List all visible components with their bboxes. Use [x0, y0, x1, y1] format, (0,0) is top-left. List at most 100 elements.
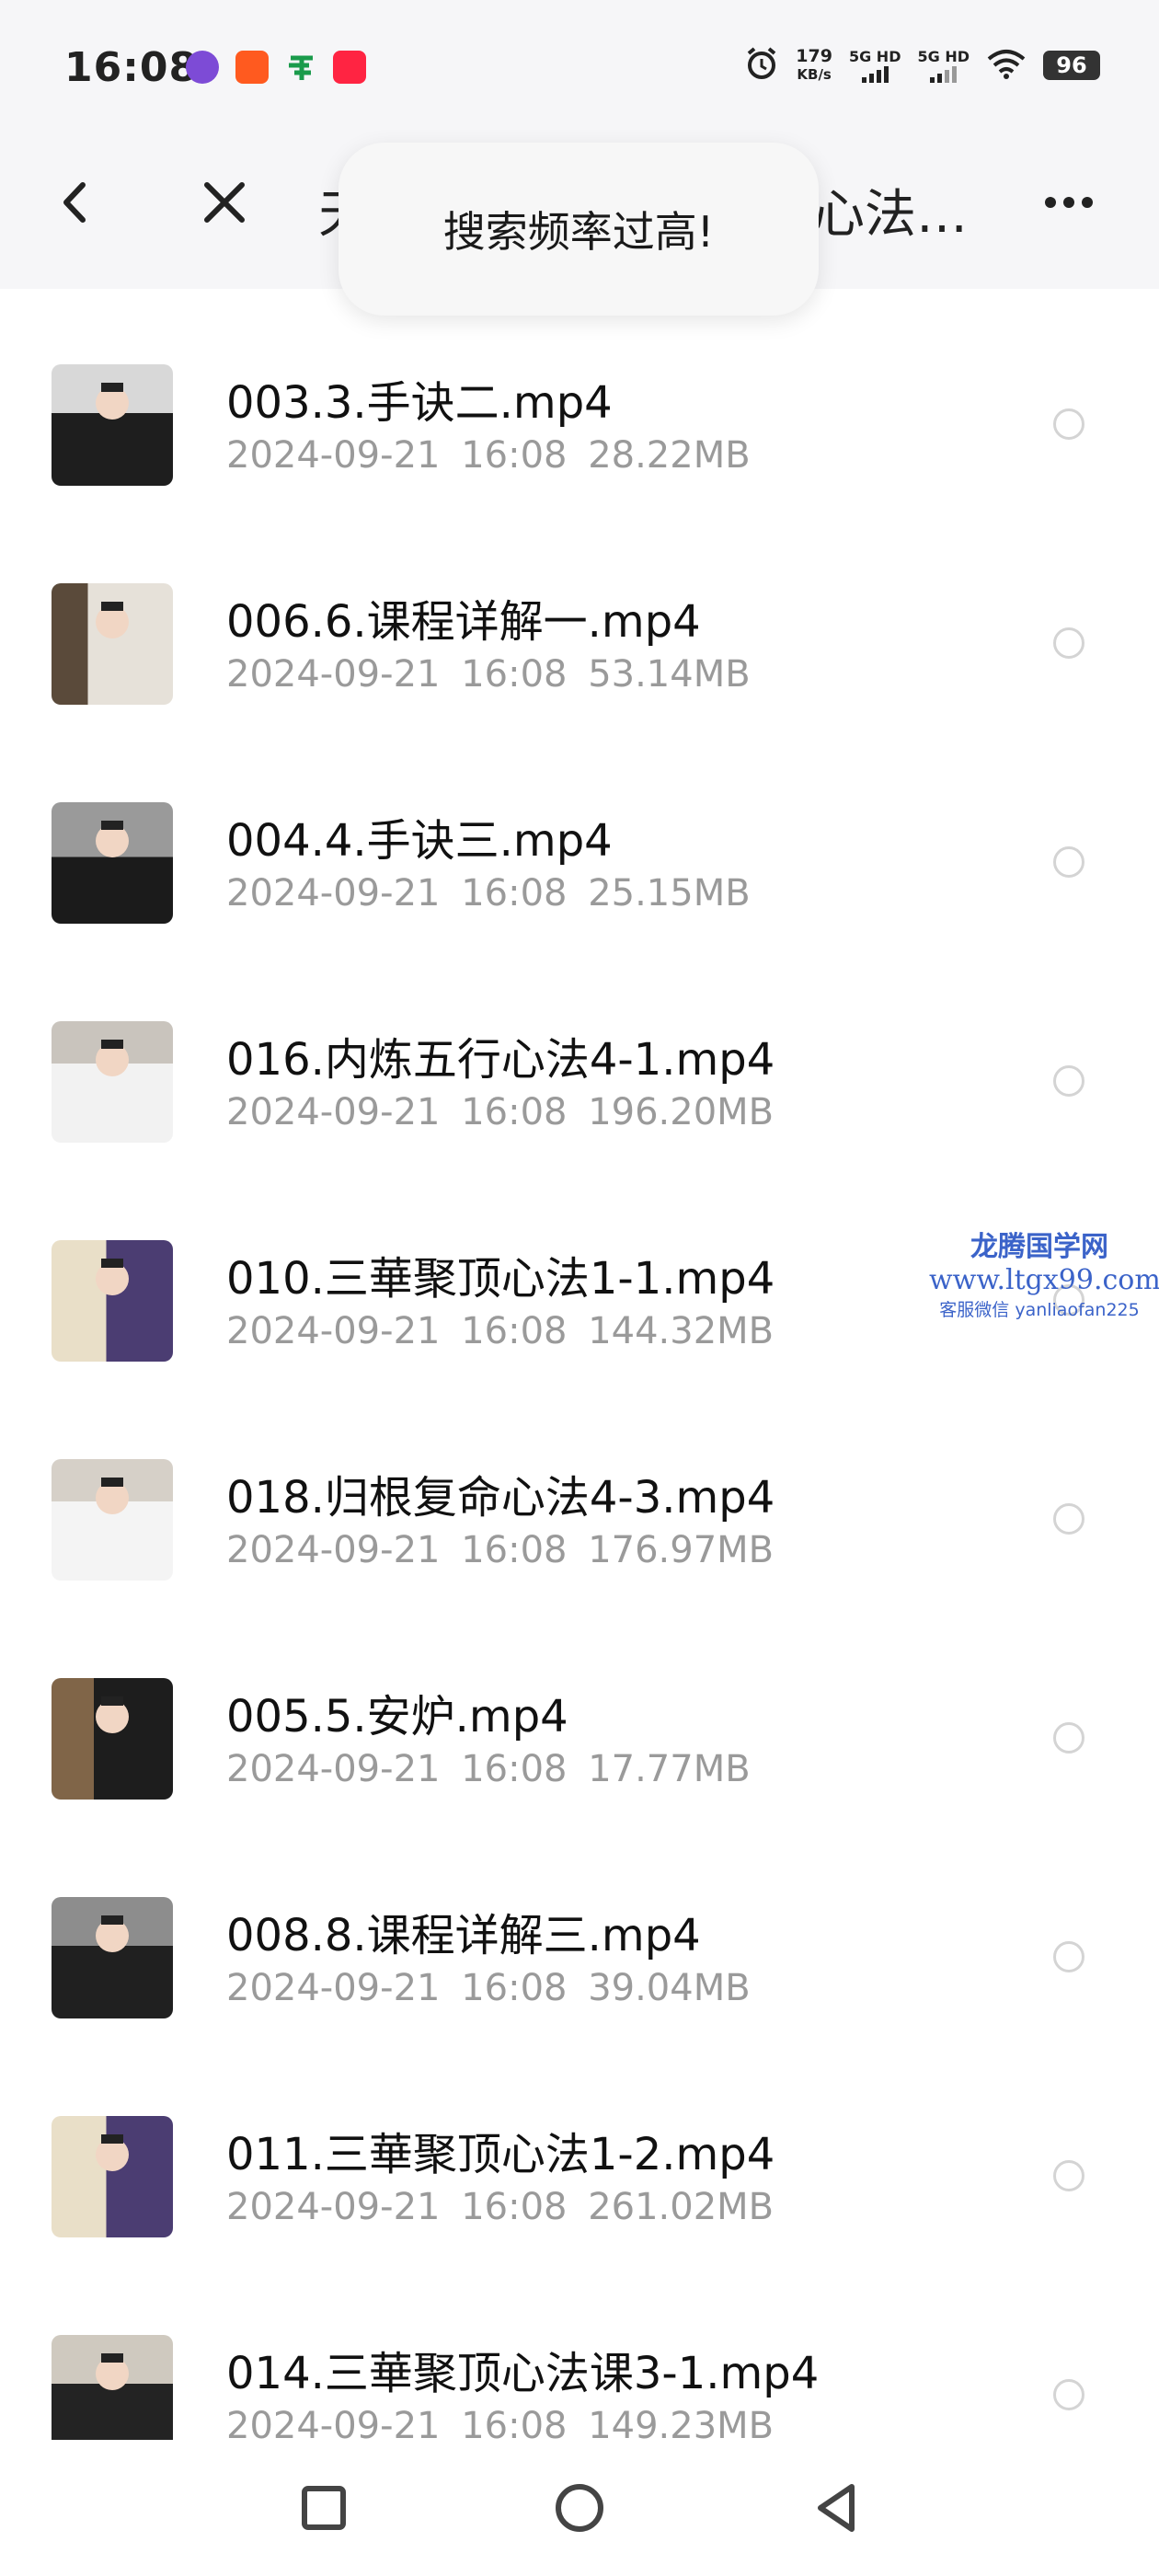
- file-name: 006.6.课程详解一.mp4: [226, 596, 701, 648]
- file-name: 004.4.手诀三.mp4: [226, 815, 613, 867]
- select-radio[interactable]: [1053, 2160, 1084, 2191]
- file-size: 25.15MB: [588, 872, 751, 914]
- video-thumbnail: [52, 2335, 173, 2440]
- file-meta: 2024-09-21 16:08 144.32MB: [226, 1310, 774, 1352]
- video-thumbnail: [52, 1897, 173, 2018]
- home-icon[interactable]: [552, 2480, 607, 2536]
- back-icon[interactable]: [48, 175, 103, 230]
- file-time: 16:08: [461, 1091, 568, 1133]
- file-meta: 2024-09-21 16:08 53.14MB: [226, 653, 751, 696]
- file-row[interactable]: 003.3.手诀二.mp4 2024-09-21 16:08 28.22MB: [0, 331, 1159, 550]
- file-date: 2024-09-21: [226, 653, 441, 696]
- signal-icon: [861, 64, 889, 83]
- file-date: 2024-09-21: [226, 2186, 441, 2228]
- post-icon: [285, 51, 318, 84]
- toast-message: 搜索频率过高!: [339, 143, 819, 316]
- file-date: 2024-09-21: [226, 1310, 441, 1352]
- file-row[interactable]: 014.三華聚顶心法课3-1.mp4 2024-09-21 16:08 149.2…: [0, 2302, 1159, 2440]
- file-name: 018.归根复命心法4-3.mp4: [226, 1472, 775, 1524]
- video-thumbnail: [52, 1021, 173, 1143]
- file-row[interactable]: 018.归根复命心法4-3.mp4 2024-09-21 16:08 176.97…: [0, 1426, 1159, 1645]
- file-meta: 2024-09-21 16:08 176.97MB: [226, 1529, 774, 1571]
- file-row[interactable]: 004.4.手诀三.mp4 2024-09-21 16:08 25.15MB: [0, 769, 1159, 988]
- file-time: 16:08: [461, 1529, 568, 1571]
- select-radio[interactable]: [1053, 846, 1084, 878]
- file-date: 2024-09-21: [226, 434, 441, 477]
- video-thumbnail: [52, 1459, 173, 1581]
- select-radio[interactable]: [1053, 1722, 1084, 1754]
- close-icon[interactable]: [197, 175, 252, 230]
- select-radio[interactable]: [1053, 1503, 1084, 1535]
- wifi-icon: [986, 48, 1027, 83]
- select-radio[interactable]: [1053, 2379, 1084, 2410]
- file-time: 16:08: [461, 1310, 568, 1352]
- watermark-line1: 龙腾国学网: [970, 1231, 1108, 1263]
- file-size: 28.22MB: [588, 434, 751, 477]
- file-date: 2024-09-21: [226, 2405, 441, 2440]
- video-thumbnail: [52, 583, 173, 705]
- recents-icon[interactable]: [296, 2480, 351, 2536]
- xiaohongshu-icon: [333, 51, 366, 84]
- sim1-signal: 5G HD: [849, 49, 901, 83]
- clock: 16:08: [64, 44, 199, 91]
- watermark-line2: www.ltgx99.com: [929, 1264, 1159, 1296]
- file-size: 39.04MB: [588, 1967, 751, 2009]
- file-meta: 2024-09-21 16:08 39.04MB: [226, 1967, 751, 2009]
- file-date: 2024-09-21: [226, 1748, 441, 1790]
- video-thumbnail: [52, 364, 173, 486]
- file-row[interactable]: 005.5.安炉.mp4 2024-09-21 16:08 17.77MB: [0, 1645, 1159, 1864]
- file-time: 16:08: [461, 872, 568, 914]
- system-nav-bar: [0, 2440, 1159, 2576]
- file-size: 53.14MB: [588, 653, 751, 696]
- file-time: 16:08: [461, 1748, 568, 1790]
- select-radio[interactable]: [1053, 1941, 1084, 1972]
- status-right: 179 KB/s 5G HD 5G HD 96: [744, 46, 1100, 85]
- file-size: 196.20MB: [588, 1091, 775, 1133]
- file-size: 149.23MB: [588, 2405, 775, 2440]
- sim2-signal: 5G HD: [917, 49, 970, 83]
- file-date: 2024-09-21: [226, 1529, 441, 1571]
- file-row[interactable]: 008.8.课程详解三.mp4 2024-09-21 16:08 39.04MB: [0, 1864, 1159, 2083]
- signal-icon: [930, 64, 958, 83]
- back-triangle-icon[interactable]: [809, 2480, 865, 2536]
- file-time: 16:08: [461, 2186, 568, 2228]
- app-icon-infinity: [186, 51, 219, 84]
- net-speed: 179 KB/s: [796, 46, 832, 83]
- video-thumbnail: [52, 1678, 173, 1800]
- alarm-icon: [744, 46, 779, 85]
- video-thumbnail: [52, 2116, 173, 2237]
- file-row[interactable]: 006.6.课程详解一.mp4 2024-09-21 16:08 53.14MB: [0, 550, 1159, 769]
- status-bar: 16:08 179 KB/s 5G HD 5G HD 96: [0, 0, 1159, 118]
- file-list: 003.3.手诀二.mp4 2024-09-21 16:08 28.22MB 006…: [0, 331, 1159, 2440]
- file-name: 003.3.手诀二.mp4: [226, 377, 613, 429]
- file-row[interactable]: 016.内炼五行心法4-1.mp4 2024-09-21 16:08 196.20…: [0, 988, 1159, 1207]
- file-name: 005.5.安炉.mp4: [226, 1691, 568, 1742]
- file-date: 2024-09-21: [226, 872, 441, 914]
- taobao-icon: [235, 51, 269, 84]
- file-date: 2024-09-21: [226, 1091, 441, 1133]
- watermark: 龙腾国学网 www.ltgx99.com 客服微信 yanliaofan225: [929, 1224, 1159, 1321]
- more-icon[interactable]: [1041, 175, 1096, 230]
- file-time: 16:08: [461, 2405, 568, 2440]
- watermark-line3: 客服微信 yanliaofan225: [939, 1300, 1140, 1320]
- file-meta: 2024-09-21 16:08 196.20MB: [226, 1091, 774, 1133]
- battery-icon: 96: [1043, 51, 1100, 80]
- select-radio[interactable]: [1053, 408, 1084, 440]
- file-date: 2024-09-21: [226, 1967, 441, 2009]
- file-size: 144.32MB: [588, 1310, 775, 1352]
- video-thumbnail: [52, 1240, 173, 1362]
- file-meta: 2024-09-21 16:08 25.15MB: [226, 872, 751, 914]
- video-thumbnail: [52, 802, 173, 924]
- file-time: 16:08: [461, 653, 568, 696]
- file-name: 016.内炼五行心法4-1.mp4: [226, 1034, 775, 1086]
- file-meta: 2024-09-21 16:08 261.02MB: [226, 2186, 774, 2228]
- file-size: 261.02MB: [588, 2186, 775, 2228]
- file-name: 014.三華聚顶心法课3-1.mp4: [226, 2348, 820, 2399]
- file-size: 17.77MB: [588, 1748, 751, 1790]
- file-meta: 2024-09-21 16:08 17.77MB: [226, 1748, 751, 1790]
- file-row[interactable]: 011.三華聚顶心法1-2.mp4 2024-09-21 16:08 261.02…: [0, 2083, 1159, 2302]
- select-radio[interactable]: [1053, 627, 1084, 659]
- file-meta: 2024-09-21 16:08 149.23MB: [226, 2405, 774, 2440]
- file-name: 008.8.课程详解三.mp4: [226, 1910, 701, 1961]
- select-radio[interactable]: [1053, 1065, 1084, 1097]
